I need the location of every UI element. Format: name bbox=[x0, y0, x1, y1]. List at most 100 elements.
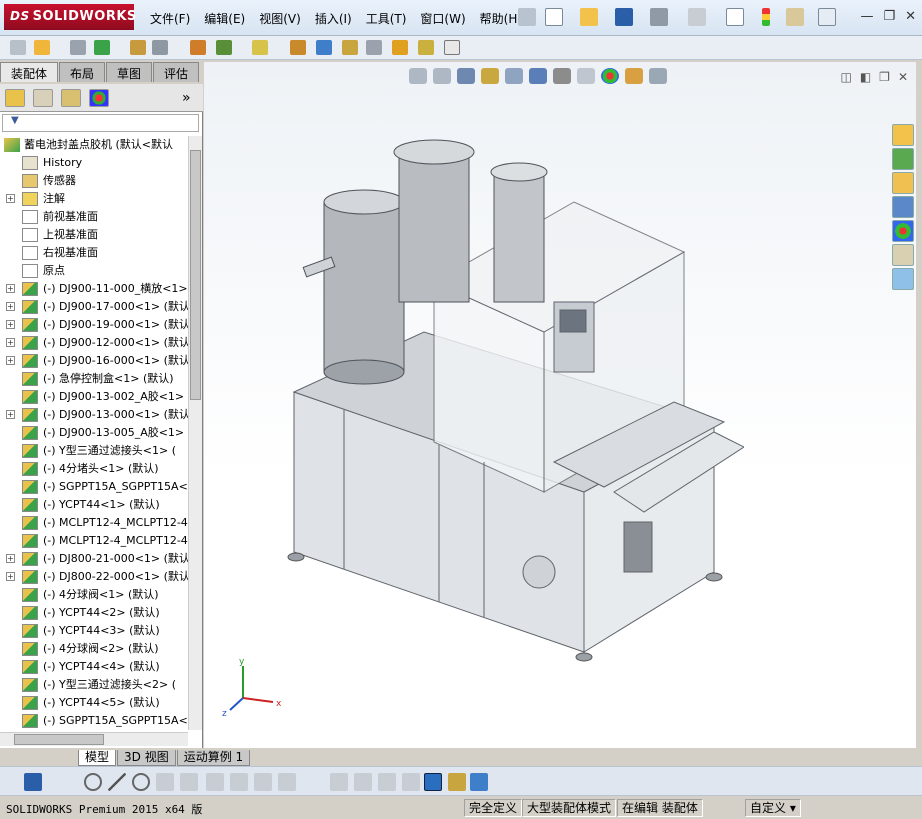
menu-help[interactable]: 帮助(H) bbox=[480, 10, 522, 27]
tree-item[interactable]: (-) Y型三通过滤接头<1> ( bbox=[0, 442, 188, 460]
tab-layout[interactable]: 布局 bbox=[59, 62, 106, 82]
tree-item[interactable]: (-) 4分球阀<2> (默认) bbox=[0, 640, 188, 658]
minimize-button[interactable]: — bbox=[860, 9, 873, 24]
tree-item[interactable]: (-) DJ900-13-002_A胶<1> bbox=[0, 388, 188, 406]
cube-wire-icon[interactable] bbox=[402, 773, 420, 791]
show-hidden-icon[interactable] bbox=[190, 40, 206, 55]
tree-item[interactable]: + (-) DJ900-12-000<1> (默认 bbox=[0, 334, 188, 352]
save-icon[interactable] bbox=[24, 773, 42, 791]
tree-item[interactable]: 前视基准面 bbox=[0, 208, 188, 226]
explode-line-sketch-icon[interactable] bbox=[366, 40, 382, 55]
pin-icon[interactable] bbox=[518, 8, 536, 26]
move-component-icon[interactable] bbox=[152, 40, 168, 55]
view-settings-icon[interactable] bbox=[649, 68, 667, 84]
tab-model[interactable]: 模型 bbox=[78, 750, 117, 766]
filter-input[interactable]: ▼ bbox=[2, 114, 199, 132]
tab-sketch[interactable]: 草图 bbox=[106, 62, 153, 82]
tree-item[interactable]: (-) Y型三通过滤接头<2> ( bbox=[0, 676, 188, 694]
menu-view[interactable]: 视图(V) bbox=[259, 10, 301, 27]
circle-icon[interactable] bbox=[132, 773, 150, 791]
expand-toggle-icon[interactable]: + bbox=[6, 320, 15, 329]
tree-item[interactable]: (-) YCPT44<5> (默认) bbox=[0, 694, 188, 712]
machine-model[interactable] bbox=[284, 132, 744, 692]
vertical-scroll-thumb[interactable] bbox=[190, 150, 201, 400]
view-orientation-icon[interactable] bbox=[529, 68, 547, 84]
bill-of-materials-icon[interactable] bbox=[316, 40, 332, 55]
help-icon[interactable] bbox=[818, 8, 836, 26]
assembly-root[interactable]: 蓄电池封盖点胶机 (默认<默认 bbox=[0, 136, 188, 154]
new-motion-study-icon[interactable] bbox=[290, 40, 306, 55]
solidworks-resources-icon[interactable] bbox=[892, 124, 914, 146]
menu-edit[interactable]: 编辑(E) bbox=[204, 10, 245, 27]
tree-item[interactable]: 原点 bbox=[0, 262, 188, 280]
table-icon[interactable] bbox=[354, 773, 372, 791]
tree-item[interactable]: (-) DJ900-13-005_A胶<1> bbox=[0, 424, 188, 442]
close-viewport-icon[interactable]: ✕ bbox=[898, 70, 908, 84]
print-icon[interactable] bbox=[650, 8, 668, 26]
paperclip-icon[interactable] bbox=[70, 40, 86, 55]
menu-insert[interactable]: 插入(I) bbox=[315, 10, 352, 27]
split-vertical-icon[interactable]: ◧ bbox=[860, 70, 871, 84]
smart-fastener-icon[interactable] bbox=[130, 40, 146, 55]
tree-item[interactable]: (-) YCPT44<3> (默认) bbox=[0, 622, 188, 640]
tree-item[interactable]: + (-) DJ900-19-000<1> (默认 bbox=[0, 316, 188, 334]
tree-item[interactable]: + (-) DJ800-22-000<1> (默认 bbox=[0, 568, 188, 586]
point-icon[interactable] bbox=[84, 773, 102, 791]
assembly-features-icon[interactable] bbox=[216, 40, 232, 55]
tree-item[interactable]: + (-) DJ900-13-000<1> (默认 bbox=[0, 406, 188, 424]
tree-item[interactable]: 上视基准面 bbox=[0, 226, 188, 244]
tree-item[interactable]: + (-) DJ900-16-000<1> (默认 bbox=[0, 352, 188, 370]
property-manager-tab-icon[interactable] bbox=[33, 89, 53, 107]
view-palette-icon[interactable] bbox=[892, 196, 914, 218]
tree-item[interactable]: (-) MCLPT12-4_MCLPT12-4< bbox=[0, 532, 188, 550]
tab-3d-views[interactable]: 3D 视图 bbox=[117, 750, 176, 766]
corner-icon[interactable] bbox=[278, 773, 296, 791]
expand-toggle-icon[interactable]: + bbox=[6, 572, 15, 581]
tree-item[interactable]: (-) YCPT44<2> (默认) bbox=[0, 604, 188, 622]
new-document-icon[interactable] bbox=[545, 8, 563, 26]
expand-toggle-icon[interactable]: + bbox=[6, 194, 15, 203]
offset-icon[interactable] bbox=[254, 773, 272, 791]
custom-properties-icon[interactable] bbox=[892, 244, 914, 266]
take-snapshot-icon[interactable] bbox=[444, 40, 460, 55]
reference-geometry-icon[interactable] bbox=[252, 40, 268, 55]
menu-tools[interactable]: 工具(T) bbox=[366, 10, 407, 27]
apply-scene-icon[interactable] bbox=[625, 68, 643, 84]
display-style-icon[interactable] bbox=[553, 68, 571, 84]
instant3d-icon[interactable] bbox=[392, 40, 408, 55]
update-speedpak-icon[interactable] bbox=[418, 40, 434, 55]
tree-item[interactable]: + (-) DJ900-17-000<1> (默认 bbox=[0, 298, 188, 316]
restore-viewport-icon[interactable]: ❐ bbox=[879, 70, 890, 84]
close-button[interactable]: ✕ bbox=[905, 9, 916, 24]
tree-item[interactable]: 右视基准面 bbox=[0, 244, 188, 262]
collapse-panel-icon[interactable]: » bbox=[182, 90, 191, 106]
line-icon[interactable] bbox=[108, 773, 126, 791]
menu-file[interactable]: 文件(F) bbox=[150, 10, 190, 27]
tree-horizontal-scrollbar[interactable] bbox=[0, 732, 188, 746]
tree-item[interactable]: (-) 4分球阀<1> (默认) bbox=[0, 586, 188, 604]
menu-window[interactable]: 窗口(W) bbox=[420, 10, 465, 27]
grid-icon[interactable] bbox=[330, 773, 348, 791]
tree-vertical-scrollbar[interactable] bbox=[188, 136, 202, 730]
expand-toggle-icon[interactable]: + bbox=[6, 410, 15, 419]
previous-view-icon[interactable] bbox=[457, 68, 475, 84]
linear-pattern-icon[interactable] bbox=[94, 40, 110, 55]
restore-button[interactable]: ❐ bbox=[883, 9, 895, 24]
split-horizontal-icon[interactable]: ◫ bbox=[840, 70, 851, 84]
design-library-icon[interactable] bbox=[892, 148, 914, 170]
camera-icon[interactable] bbox=[448, 773, 466, 791]
select-arrow-icon[interactable] bbox=[726, 8, 744, 26]
dynamic-annotation-icon[interactable] bbox=[505, 68, 523, 84]
tree-item[interactable]: History bbox=[0, 154, 188, 172]
solidworks-forum-icon[interactable] bbox=[892, 268, 914, 290]
expand-toggle-icon[interactable]: + bbox=[6, 338, 15, 347]
tab-evaluate[interactable]: 评估 bbox=[153, 62, 200, 82]
graphics-area[interactable]: ◫ ◧ ❐ ✕ y x z bbox=[204, 62, 916, 748]
tree-item[interactable]: (-) SGPPT15A_SGPPT15A<2> bbox=[0, 712, 188, 730]
expand-toggle-icon[interactable]: + bbox=[6, 302, 15, 311]
cube-shaded-icon[interactable] bbox=[424, 773, 442, 791]
expand-toggle-icon[interactable]: + bbox=[6, 554, 15, 563]
tree-item[interactable]: (-) YCPT44<4> (默认) bbox=[0, 658, 188, 676]
solidworks-logo[interactable]: DS SOLIDWORKS bbox=[4, 4, 136, 30]
expand-toggle-icon[interactable]: + bbox=[6, 356, 15, 365]
